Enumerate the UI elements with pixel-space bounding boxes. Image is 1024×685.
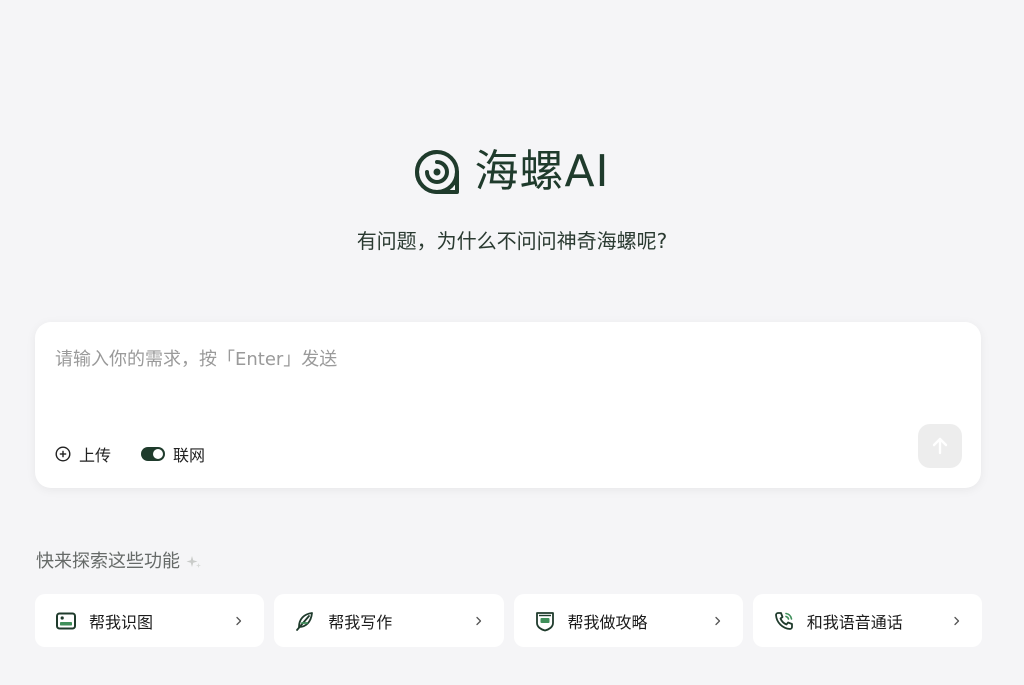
feature-label: 和我语音通话 (806, 612, 903, 632)
upload-label: 上传 (79, 446, 112, 465)
feature-card-image-recognition[interactable]: 帮我识图 (35, 594, 265, 647)
feather-icon (296, 611, 314, 631)
toggle-switch[interactable] (141, 447, 166, 461)
chevron-right-icon (954, 616, 960, 625)
feature-card-guide[interactable]: 帮我做攻略 (513, 594, 743, 647)
web-search-toggle[interactable]: 联网 (141, 442, 205, 466)
send-button[interactable] (918, 424, 962, 468)
explore-title: 快来探索这些功能 (36, 551, 180, 572)
chevron-right-icon (715, 616, 720, 625)
upload-button[interactable]: 上传 (55, 442, 111, 466)
logo: 海螺AI (0, 142, 1024, 202)
phone-icon (774, 611, 793, 630)
arrow-up-icon (932, 437, 948, 455)
guide-badge-icon (535, 611, 554, 631)
plus-circle-icon (55, 446, 71, 462)
chevron-right-icon (236, 616, 242, 625)
feature-label: 帮我写作 (328, 612, 393, 632)
web-search-label: 联网 (173, 446, 206, 465)
chat-input-card: 上传 联网 (35, 322, 981, 488)
snail-logo-icon (415, 150, 460, 194)
image-icon (56, 612, 76, 629)
feature-label: 帮我做攻略 (567, 612, 648, 632)
query-input[interactable] (55, 342, 955, 376)
brand-name: 海螺AI (474, 146, 610, 197)
input-toolbar: 上传 联网 (55, 442, 205, 466)
explore-heading: 快来探索这些功能 (36, 548, 202, 576)
toggle-knob (153, 449, 164, 459)
tagline: 有问题，为什么不问问神奇海螺呢? (356, 229, 668, 253)
feature-label: 帮我识图 (89, 612, 154, 632)
sparkle-icon (186, 556, 201, 568)
feature-list: 帮我识图 帮我写作 帮我做攻略 和我语音通话 (35, 594, 982, 647)
feature-card-voice-call[interactable]: 和我语音通话 (752, 594, 982, 647)
feature-card-writing[interactable]: 帮我写作 (274, 594, 504, 647)
chevron-right-icon (475, 616, 481, 625)
